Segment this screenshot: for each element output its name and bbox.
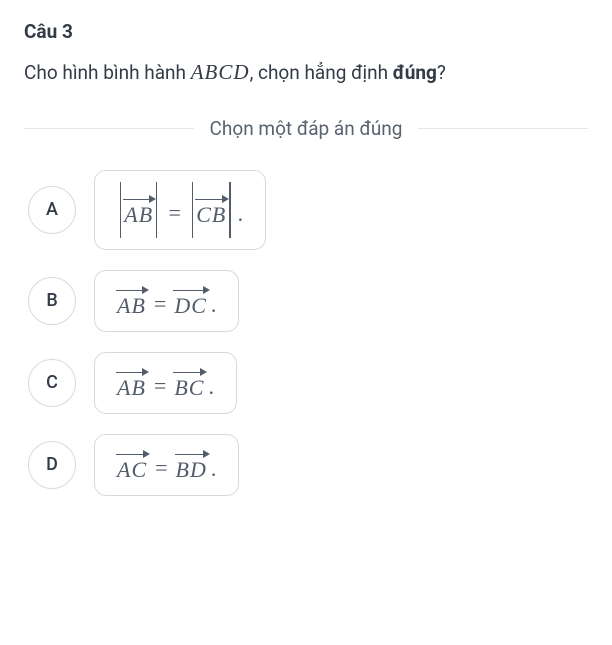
prompt-pre: Cho hình bình hành <box>24 61 191 84</box>
vector-ab: AB <box>124 194 153 226</box>
period: . <box>238 195 244 225</box>
prompt-expression: ABCD <box>191 60 250 84</box>
instruction-text: Chọn một đáp án đúng <box>194 117 419 140</box>
option-d-radio[interactable]: D <box>28 441 76 489</box>
equals-sign: = <box>154 287 166 315</box>
question-prompt: Cho hình bình hành ABCD, chọn hẳng định … <box>24 57 588 89</box>
option-c: C AB = BC . <box>28 352 588 414</box>
period: . <box>211 286 217 316</box>
option-d-answer[interactable]: AC = BD . <box>94 434 239 496</box>
vector-bd: BD <box>176 449 207 481</box>
abs-bar-icon <box>120 182 121 238</box>
period: . <box>208 368 214 398</box>
option-a-answer[interactable]: AB = CB . <box>94 170 266 250</box>
options-list: A AB = CB . B AB = DC . <box>24 170 588 496</box>
vector-dc: DC <box>174 285 207 317</box>
instruction-divider: Chọn một đáp án đúng <box>24 117 588 140</box>
option-b-radio[interactable]: B <box>28 277 76 325</box>
divider-line-right <box>418 128 588 129</box>
vector-ab: AB <box>117 367 146 399</box>
abs-bar-icon <box>156 182 157 238</box>
period: . <box>211 450 217 480</box>
vector-ac: AC <box>117 449 147 481</box>
option-d-math: AC = BD . <box>117 449 216 481</box>
prompt-bold: đúng <box>393 61 437 84</box>
option-b: B AB = DC . <box>28 270 588 332</box>
option-c-answer[interactable]: AB = BC . <box>94 352 237 414</box>
prompt-post: , chọn hẳng định <box>250 61 393 84</box>
vector-ab: AB <box>117 285 146 317</box>
equals-sign: = <box>155 451 167 479</box>
vector-bc: BC <box>174 367 204 399</box>
abs-bar-icon <box>192 182 193 238</box>
equals-sign: = <box>168 196 180 224</box>
equals-sign: = <box>154 369 166 397</box>
question-number: Câu 3 <box>24 20 588 43</box>
option-a: A AB = CB . <box>28 170 588 250</box>
vector-cb: CB <box>196 194 226 226</box>
option-a-math: AB = CB . <box>117 182 243 238</box>
option-c-math: AB = BC . <box>117 367 214 399</box>
option-a-radio[interactable]: A <box>28 186 76 234</box>
abs-bar-icon <box>229 182 230 238</box>
prompt-end: ? <box>437 61 446 84</box>
divider-line-left <box>24 128 194 129</box>
option-b-answer[interactable]: AB = DC . <box>94 270 239 332</box>
option-c-radio[interactable]: C <box>28 359 76 407</box>
option-d: D AC = BD . <box>28 434 588 496</box>
option-b-math: AB = DC . <box>117 285 216 317</box>
